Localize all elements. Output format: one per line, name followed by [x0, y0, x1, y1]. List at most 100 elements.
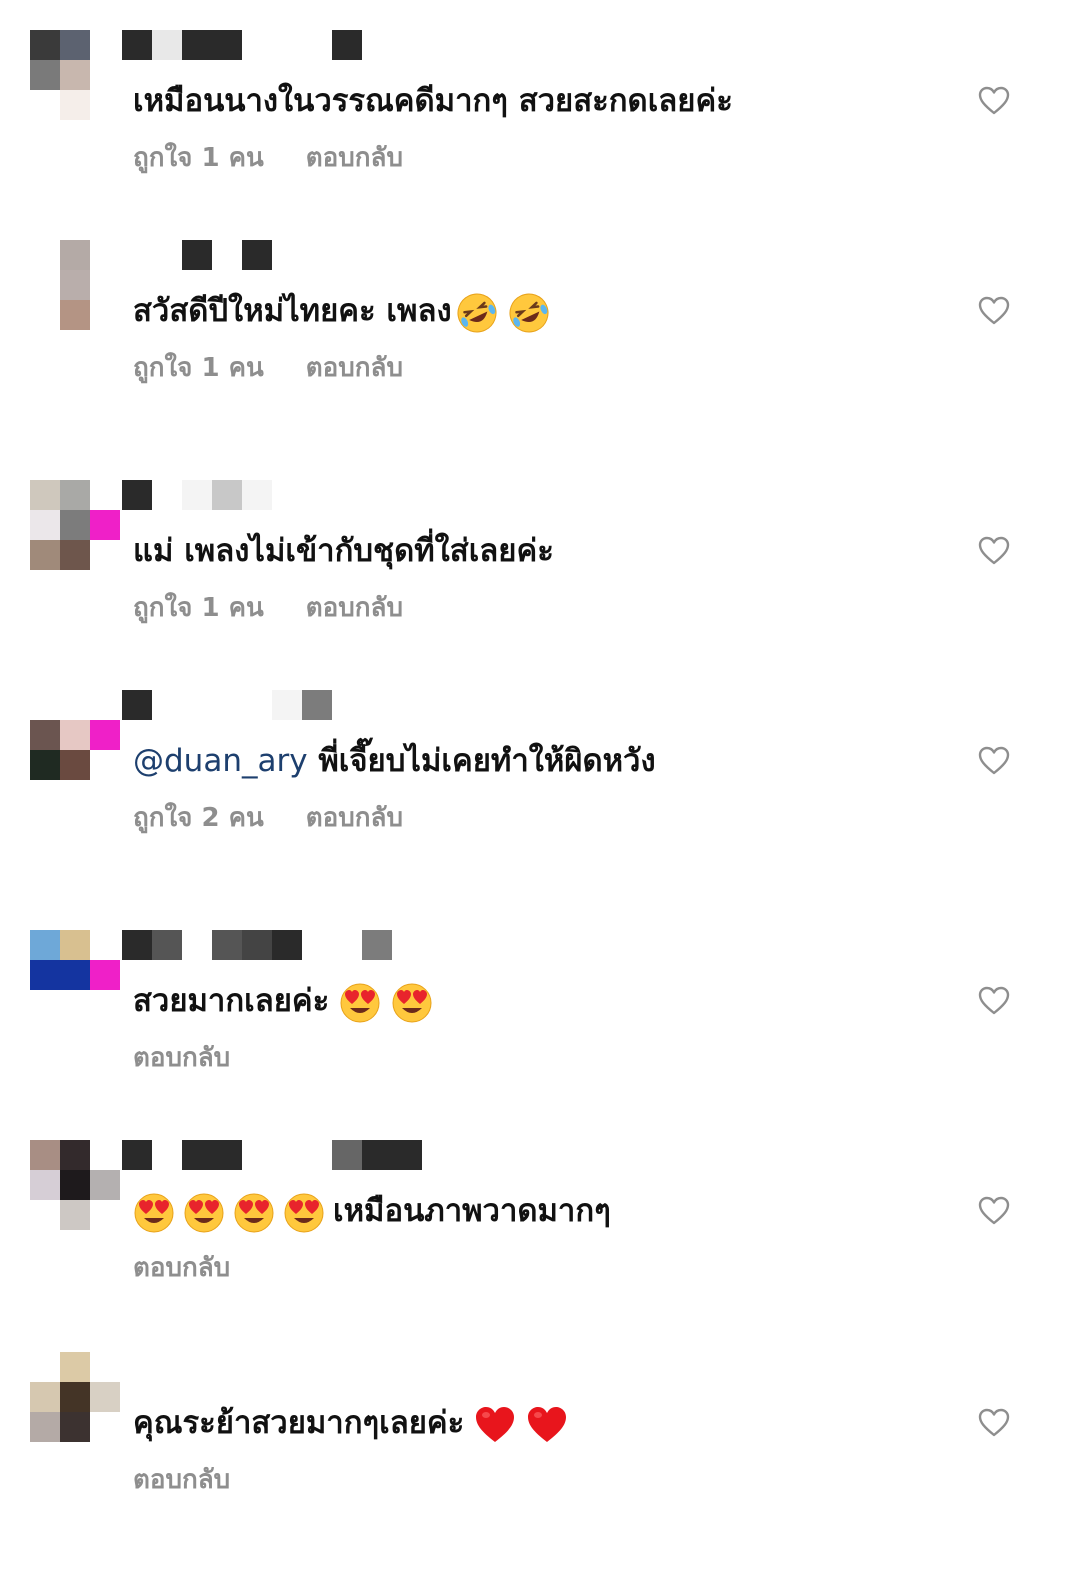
- username-redacted[interactable]: [122, 240, 272, 270]
- avatar-pixel: [90, 1352, 120, 1382]
- username-pixel: [152, 1140, 182, 1170]
- avatar-pixel: [30, 1382, 60, 1412]
- username-pixel: [302, 1140, 332, 1170]
- avatar-pixel: [60, 480, 90, 510]
- comment-item: เหมือนนางในวรรณคดีมากๆ สวยสะกดเลยค่ะ ถูกใ…: [0, 30, 1070, 252]
- avatar-pixel: [30, 60, 60, 90]
- comment-body: พี่เจี๊ยบไม่เคยทำให้ผิดหวัง: [318, 743, 656, 779]
- username-pixel: [272, 1140, 302, 1170]
- like-count[interactable]: ถูกใจ 1 คน: [133, 138, 264, 178]
- heart-eyes-emoji-icon: [340, 983, 380, 1022]
- like-heart-icon[interactable]: [978, 86, 1010, 116]
- username-redacted[interactable]: [122, 690, 332, 720]
- heart-eyes-emoji-icon: [134, 1193, 174, 1232]
- reply-button[interactable]: ตอบกลับ: [306, 798, 403, 838]
- username-pixel: [152, 240, 182, 270]
- username-pixel: [122, 480, 152, 510]
- avatar-pixel: [60, 1170, 90, 1200]
- avatar-pixel: [90, 510, 120, 540]
- avatar-pixel: [90, 90, 120, 120]
- avatar-pixel: [60, 270, 90, 300]
- like-heart-icon[interactable]: [978, 1196, 1010, 1226]
- avatar-pixel: [90, 1170, 120, 1200]
- avatar-pixel: [60, 60, 90, 90]
- avatar-pixel: [90, 690, 120, 720]
- username-pixel: [362, 930, 392, 960]
- avatar-pixel: [60, 1140, 90, 1170]
- avatar-pixel: [90, 1412, 120, 1442]
- username-pixel: [212, 240, 242, 270]
- like-count[interactable]: ถูกใจ 2 คน: [133, 798, 264, 838]
- username-pixel: [332, 930, 362, 960]
- avatar-pixel: [60, 510, 90, 540]
- avatar-pixel: [90, 30, 120, 60]
- username-pixel: [212, 690, 242, 720]
- avatar-pixel: [60, 930, 90, 960]
- avatar-pixel: [30, 690, 60, 720]
- avatar-pixel: [90, 540, 120, 570]
- avatar-pixel: [30, 1200, 60, 1230]
- avatar[interactable]: [30, 1140, 120, 1230]
- avatar-pixel: [30, 960, 60, 990]
- avatar-pixel: [30, 480, 60, 510]
- like-heart-icon[interactable]: [978, 986, 1010, 1016]
- avatar-pixel: [90, 240, 120, 270]
- avatar-pixel: [30, 1170, 60, 1200]
- like-heart-icon[interactable]: [978, 1408, 1010, 1438]
- username-redacted[interactable]: [122, 30, 362, 60]
- like-heart-icon[interactable]: [978, 296, 1010, 326]
- avatar-pixel: [30, 1352, 60, 1382]
- avatar[interactable]: [30, 30, 120, 120]
- avatar-pixel: [30, 510, 60, 540]
- username-pixel: [302, 690, 332, 720]
- avatar[interactable]: [30, 930, 120, 1020]
- comment-item: สวยมากเลยค่ะ ตอบกลับ: [0, 930, 1070, 1152]
- rofl-emoji-icon: [457, 293, 497, 332]
- username-pixel: [272, 30, 302, 60]
- comment-meta: ถูกใจ 1 คน ตอบกลับ: [133, 588, 403, 628]
- comment-item: เหมือนภาพวาดมากๆ ตอบกลับ: [0, 1140, 1070, 1362]
- avatar[interactable]: [30, 690, 120, 780]
- avatar[interactable]: [30, 240, 120, 330]
- reply-button[interactable]: ตอบกลับ: [133, 1038, 230, 1078]
- reply-button[interactable]: ตอบกลับ: [133, 1460, 230, 1500]
- like-count[interactable]: ถูกใจ 1 คน: [133, 348, 264, 388]
- username-pixel: [272, 930, 302, 960]
- like-heart-icon[interactable]: [978, 746, 1010, 776]
- username-pixel: [332, 30, 362, 60]
- username-pixel: [212, 30, 242, 60]
- avatar[interactable]: [30, 480, 120, 570]
- avatar[interactable]: [30, 1352, 120, 1442]
- reply-button[interactable]: ตอบกลับ: [133, 1248, 230, 1288]
- reply-button[interactable]: ตอบกลับ: [306, 588, 403, 628]
- like-heart-icon[interactable]: [978, 536, 1010, 566]
- username-redacted[interactable]: [122, 930, 392, 960]
- username-pixel: [182, 480, 212, 510]
- username-pixel: [242, 690, 272, 720]
- username-redacted[interactable]: [122, 1140, 422, 1170]
- comment-text: @duan_ary พี่เจี๊ยบไม่เคยทำให้ผิดหวัง: [133, 738, 656, 784]
- comment-text: คุณระย้าสวยมากๆเลยค่ะ: [133, 1400, 568, 1446]
- username-pixel: [182, 240, 212, 270]
- avatar-pixel: [90, 1200, 120, 1230]
- avatar-pixel: [30, 1140, 60, 1170]
- avatar-pixel: [90, 720, 120, 750]
- avatar-pixel: [90, 990, 120, 1020]
- username-pixel: [152, 690, 182, 720]
- avatar-pixel: [60, 90, 90, 120]
- username-pixel: [242, 240, 272, 270]
- avatar-pixel: [30, 30, 60, 60]
- heart-eyes-emoji-icon: [234, 1193, 274, 1232]
- comment-text: สวัสดีปีใหม่ไทยคะ เพลง: [133, 288, 550, 334]
- avatar-pixel: [90, 60, 120, 90]
- username-pixel: [182, 690, 212, 720]
- reply-button[interactable]: ตอบกลับ: [306, 348, 403, 388]
- username-pixel: [332, 1140, 362, 1170]
- username-redacted[interactable]: [122, 480, 272, 510]
- like-count[interactable]: ถูกใจ 1 คน: [133, 588, 264, 628]
- avatar-pixel: [60, 1200, 90, 1230]
- mention-link[interactable]: @duan_ary: [133, 743, 308, 779]
- username-pixel: [122, 30, 152, 60]
- avatar-pixel: [90, 270, 120, 300]
- reply-button[interactable]: ตอบกลับ: [306, 138, 403, 178]
